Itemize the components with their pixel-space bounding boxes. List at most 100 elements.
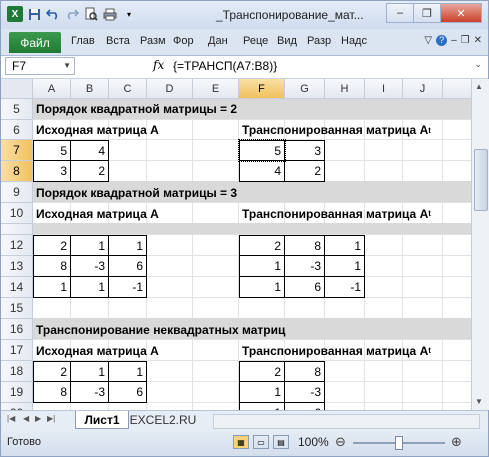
column-header[interactable]: H: [325, 79, 365, 99]
tab-insert[interactable]: Вста: [106, 35, 130, 47]
insert-function-icon[interactable]: fx: [153, 58, 164, 72]
vertical-scrollbar[interactable]: ▲ ▼: [471, 79, 489, 410]
row-header[interactable]: 19: [1, 382, 33, 403]
active-cell-f7[interactable]: [238, 139, 286, 162]
transposed-matrix-label[interactable]: Транспонированная матрица Аt: [239, 203, 471, 224]
column-header[interactable]: E: [193, 79, 239, 99]
matrix-cell[interactable]: -1: [324, 276, 365, 298]
column-header[interactable]: C: [109, 79, 147, 99]
matrix-cell[interactable]: -1: [108, 276, 147, 298]
help-icon[interactable]: ?: [436, 35, 448, 46]
print-icon[interactable]: [102, 6, 118, 22]
section-title-nonsquare[interactable]: Транспонирование неквадратных матриц: [33, 319, 333, 340]
sheet-tab-list1[interactable]: Лист1: [75, 411, 129, 429]
save-icon[interactable]: [26, 6, 42, 22]
workbook-restore-icon[interactable]: ❐: [461, 35, 470, 46]
prev-sheet-icon[interactable]: ◀: [23, 414, 29, 423]
redo-icon[interactable]: [64, 6, 80, 22]
tab-review[interactable]: Реце: [243, 35, 268, 47]
matrix-cell[interactable]: 5: [33, 140, 71, 161]
row-header[interactable]: 10: [1, 203, 33, 224]
sheet-tab-excel2ru[interactable]: EXCEL2.RU: [129, 411, 197, 428]
matrix-cell[interactable]: 1: [239, 276, 285, 298]
row-header-selected[interactable]: 8: [1, 161, 33, 182]
excel-logo-icon[interactable]: X: [7, 6, 23, 22]
row-header[interactable]: 20: [1, 403, 33, 410]
name-box[interactable]: F7 ▼: [5, 57, 75, 75]
source-matrix-label[interactable]: Исходная матрица А: [33, 340, 233, 361]
column-header-selected[interactable]: F: [239, 79, 285, 99]
row-header[interactable]: 9: [1, 182, 33, 203]
row-header[interactable]: 11: [1, 224, 33, 235]
formula-input[interactable]: {=ТРАНСП(A7:B8)}: [173, 59, 277, 73]
maximize-button[interactable]: ❐: [413, 3, 441, 23]
page-layout-view-icon[interactable]: ▭: [253, 435, 269, 449]
qat-customize-icon[interactable]: ▾: [121, 6, 137, 22]
column-header[interactable]: J: [403, 79, 443, 99]
row-header[interactable]: 14: [1, 277, 33, 298]
matrix-cell[interactable]: 1: [324, 255, 365, 277]
worksheet-grid[interactable]: A B C D E F G H I J 5 6 7 8 9 10 12 13 1…: [1, 79, 471, 410]
row-header[interactable]: 17: [1, 340, 33, 361]
tab-file[interactable]: Файл: [9, 32, 61, 53]
scroll-down-icon[interactable]: ▼: [475, 397, 483, 406]
undo-icon[interactable]: [45, 6, 61, 22]
matrix-cell[interactable]: 2: [239, 361, 285, 382]
minimize-button[interactable]: –: [386, 3, 414, 23]
matrix-cell[interactable]: 2: [70, 160, 109, 182]
matrix-cell[interactable]: -3: [70, 255, 109, 277]
print-preview-icon[interactable]: [83, 6, 99, 22]
source-matrix-label[interactable]: Исходная матрица А: [33, 203, 233, 224]
tab-formulas[interactable]: Фор: [173, 35, 194, 47]
transposed-matrix-label[interactable]: Транспонированная матрица Аt: [239, 340, 471, 361]
row-header[interactable]: 16: [1, 319, 33, 340]
matrix-cell[interactable]: 8: [33, 381, 71, 403]
close-button[interactable]: ✕: [440, 3, 482, 23]
workbook-minimize-icon[interactable]: –: [451, 35, 457, 46]
row-header[interactable]: 15: [1, 298, 33, 319]
horizontal-scrollbar[interactable]: [213, 414, 480, 429]
column-header[interactable]: I: [365, 79, 403, 99]
row-header[interactable]: 18: [1, 361, 33, 382]
matrix-cell[interactable]: -3: [284, 255, 325, 277]
zoom-slider-thumb[interactable]: [395, 436, 403, 450]
tab-data[interactable]: Дан: [208, 35, 228, 47]
zoom-in-icon[interactable]: ⊕: [451, 434, 462, 450]
matrix-cell[interactable]: 6: [108, 255, 147, 277]
section-title-order-3[interactable]: Порядок квадратной матрицы = 3: [33, 182, 333, 203]
matrix-cell[interactable]: 6: [284, 276, 325, 298]
workbook-close-icon[interactable]: ✕: [474, 35, 482, 46]
matrix-cell[interactable]: 2: [33, 235, 71, 256]
chevron-down-icon[interactable]: ▼: [63, 61, 71, 70]
zoom-level[interactable]: 100%: [298, 435, 329, 449]
zoom-out-icon[interactable]: ⊖: [335, 434, 346, 450]
column-header[interactable]: A: [33, 79, 71, 99]
matrix-cell[interactable]: 1: [239, 255, 285, 277]
select-all-corner[interactable]: [1, 79, 33, 99]
matrix-cell[interactable]: 1: [108, 235, 147, 256]
page-break-view-icon[interactable]: ▤: [273, 435, 289, 449]
row-header[interactable]: 12: [1, 235, 33, 256]
scrollbar-thumb[interactable]: [474, 149, 488, 211]
row-header[interactable]: 13: [1, 256, 33, 277]
matrix-cell[interactable]: 3: [33, 160, 71, 182]
matrix-cell[interactable]: 1: [324, 235, 365, 256]
expand-formula-bar-icon[interactable]: ⌄: [474, 59, 482, 70]
row-header[interactable]: 5: [1, 99, 33, 120]
first-sheet-icon[interactable]: |◀: [7, 414, 15, 423]
normal-view-icon[interactable]: ▦: [233, 435, 249, 449]
scroll-up-icon[interactable]: ▲: [475, 82, 483, 91]
tab-home[interactable]: Глав: [71, 35, 95, 47]
source-matrix-label[interactable]: Исходная матрица А: [33, 120, 233, 140]
column-header[interactable]: G: [285, 79, 325, 99]
matrix-cell[interactable]: 1: [239, 402, 285, 410]
section-title-order-2[interactable]: Порядок квадратной матрицы = 2: [33, 99, 333, 119]
matrix-cell[interactable]: -3: [70, 381, 109, 403]
matrix-cell[interactable]: 6: [108, 381, 147, 403]
column-header[interactable]: [443, 79, 471, 99]
matrix-cell[interactable]: 1: [70, 276, 109, 298]
ribbon-minimize-icon[interactable]: ▽: [424, 35, 432, 46]
row-header-selected[interactable]: 7: [1, 140, 33, 161]
matrix-cell[interactable]: -3: [284, 381, 325, 403]
matrix-cell[interactable]: 1: [33, 276, 71, 298]
